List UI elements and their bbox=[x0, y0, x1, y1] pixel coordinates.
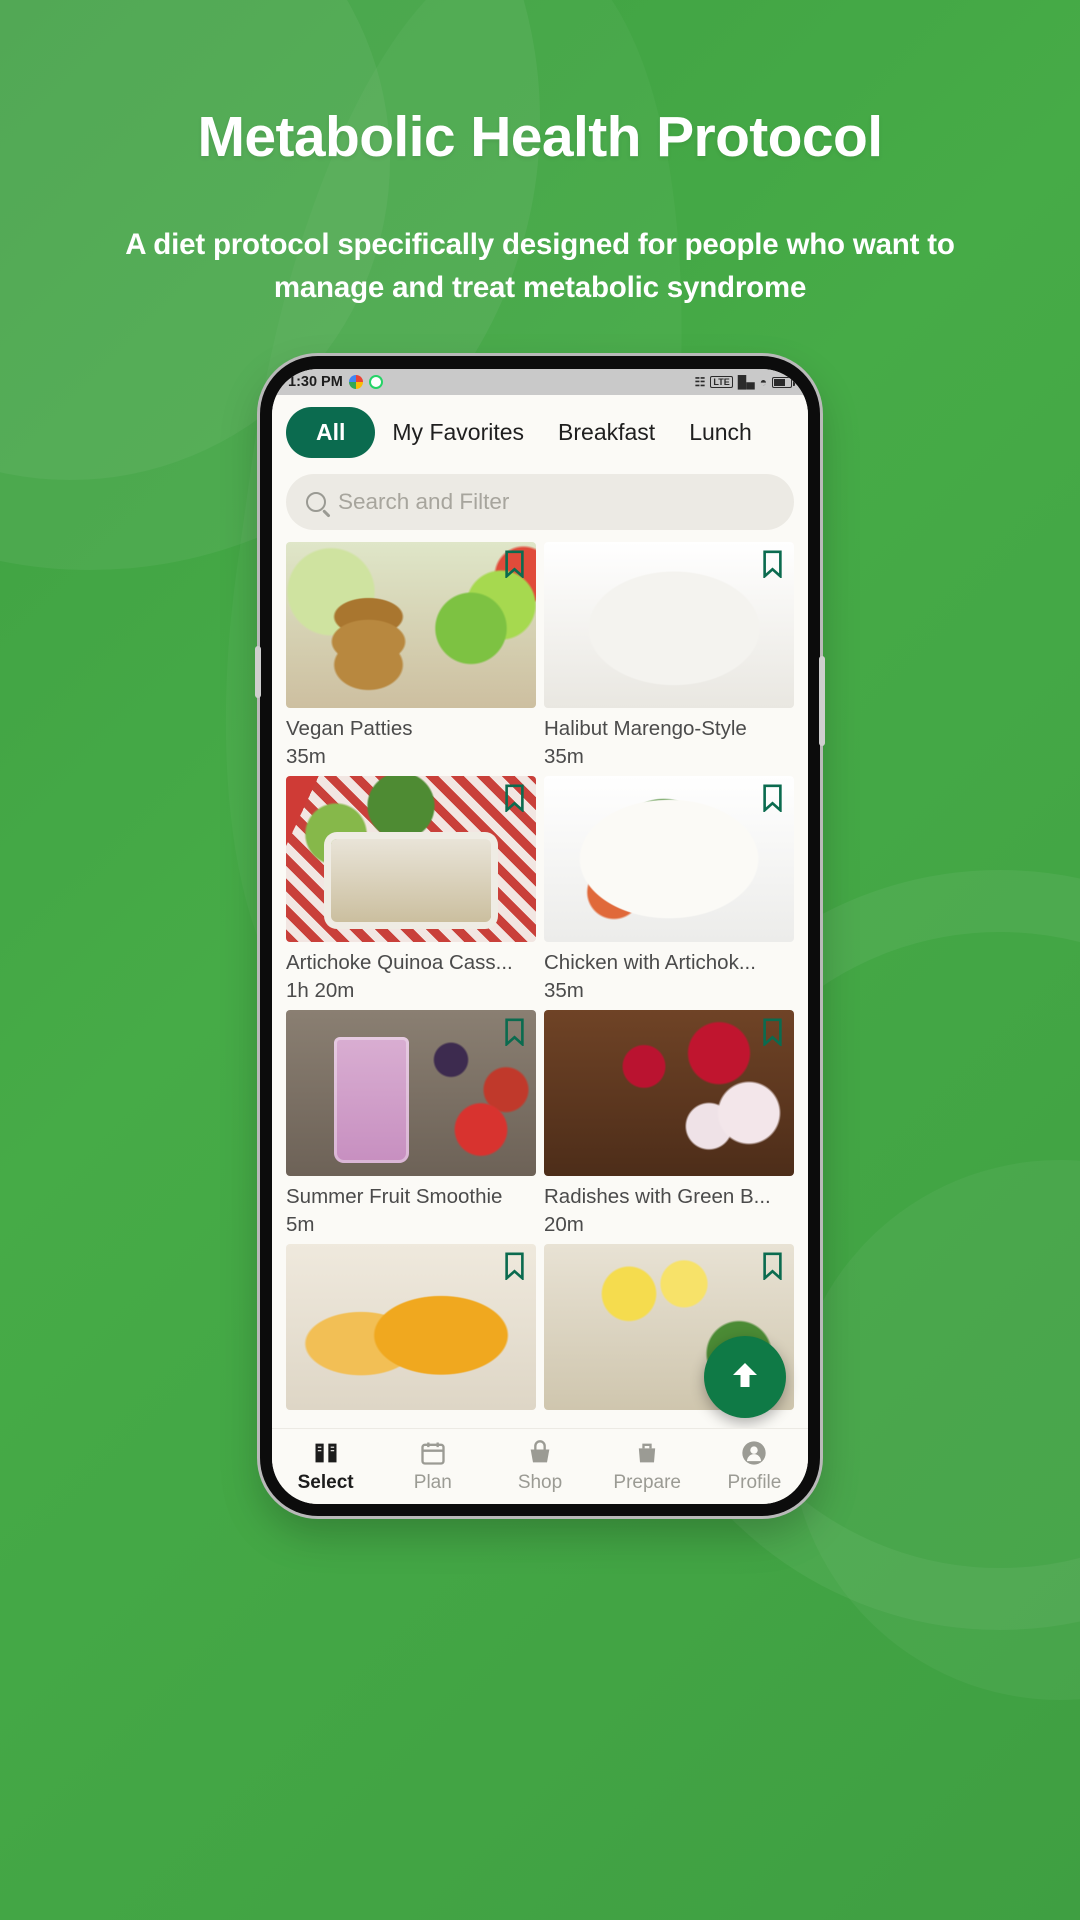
recipe-grid: Vegan Patties 35m Halibut Marengo-Style … bbox=[272, 542, 808, 1410]
bag-icon bbox=[633, 1439, 661, 1467]
bookmark-icon[interactable] bbox=[762, 1252, 783, 1280]
recipe-card[interactable] bbox=[286, 1244, 536, 1410]
recipe-time: 35m bbox=[544, 979, 584, 1002]
recipe-card[interactable]: Artichoke Quinoa Cass... 1h 20m bbox=[286, 776, 536, 1003]
recipe-time: 1h 20m bbox=[286, 979, 355, 1002]
status-time: 1:30 PM bbox=[288, 374, 343, 390]
bookmark-icon[interactable] bbox=[762, 1018, 783, 1046]
phone-side-button-volume bbox=[255, 646, 261, 698]
recipe-card[interactable]: Chicken with Artichok... 35m bbox=[544, 776, 794, 1003]
cast-icon: ☷ bbox=[694, 375, 706, 389]
recipe-card[interactable]: Radishes with Green B... 20m bbox=[544, 1010, 794, 1237]
person-icon bbox=[740, 1439, 768, 1467]
tab-lunch[interactable]: Lunch bbox=[672, 419, 769, 446]
nav-item-profile[interactable]: Profile bbox=[701, 1439, 808, 1494]
signal-icon: █▄ bbox=[737, 375, 755, 389]
recipe-image[interactable] bbox=[544, 776, 794, 942]
phone-side-button-power bbox=[819, 656, 825, 746]
nav-item-plan[interactable]: Plan bbox=[379, 1439, 486, 1494]
basket-icon bbox=[526, 1439, 554, 1467]
search-input[interactable]: Search and Filter bbox=[338, 489, 509, 515]
recipe-name: Vegan Patties bbox=[286, 717, 413, 740]
bookmark-icon[interactable] bbox=[504, 1018, 525, 1046]
status-bar: 1:30 PM ☷ LTE █▄ ◓ bbox=[272, 369, 808, 395]
tab-my-favorites[interactable]: My Favorites bbox=[375, 419, 541, 446]
phone-mockup: 1:30 PM ☷ LTE █▄ ◓ All My Favorites Brea… bbox=[255, 356, 825, 1516]
recipe-card[interactable]: Halibut Marengo-Style 35m bbox=[544, 542, 794, 769]
page-title: Metabolic Health Protocol bbox=[197, 105, 884, 169]
nav-label: Shop bbox=[517, 1472, 563, 1493]
recipe-name: Chicken with Artichok... bbox=[544, 951, 756, 974]
recipe-name: Halibut Marengo-Style bbox=[544, 717, 747, 740]
search-icon bbox=[306, 492, 326, 512]
recipe-image[interactable] bbox=[544, 1010, 794, 1176]
whatsapp-icon bbox=[368, 375, 383, 389]
arrow-up-icon bbox=[727, 1357, 763, 1398]
recipe-time: 20m bbox=[544, 1213, 584, 1236]
recipe-name: Artichoke Quinoa Cass... bbox=[286, 951, 513, 974]
book-icon bbox=[312, 1439, 340, 1467]
recipe-card[interactable]: Summer Fruit Smoothie 5m bbox=[286, 1010, 536, 1237]
google-photos-icon bbox=[348, 375, 363, 389]
tab-all[interactable]: All bbox=[286, 407, 376, 458]
nav-item-select[interactable]: Select bbox=[272, 1439, 379, 1494]
recipe-time: 35m bbox=[286, 745, 326, 768]
calendar-icon bbox=[419, 1439, 447, 1467]
phone-screen: 1:30 PM ☷ LTE █▄ ◓ All My Favorites Brea… bbox=[272, 369, 808, 1504]
recipe-image[interactable] bbox=[286, 542, 536, 708]
recipe-name: Summer Fruit Smoothie bbox=[286, 1185, 503, 1208]
lte-icon: LTE bbox=[710, 376, 733, 388]
recipe-image[interactable] bbox=[286, 1010, 536, 1176]
recipe-time: 35m bbox=[544, 745, 584, 768]
recipe-name: Radishes with Green B... bbox=[544, 1185, 771, 1208]
recipe-image[interactable] bbox=[544, 542, 794, 708]
bookmark-icon[interactable] bbox=[762, 550, 783, 578]
category-tabs: All My Favorites Breakfast Lunch bbox=[272, 395, 808, 468]
scroll-to-top-button[interactable] bbox=[704, 1336, 786, 1418]
wifi-icon: ◓ bbox=[759, 375, 767, 389]
recipe-time: 5m bbox=[286, 1213, 315, 1236]
bottom-navigation: Select Plan Shop Prepare Profile bbox=[272, 1428, 808, 1504]
tab-breakfast[interactable]: Breakfast bbox=[541, 419, 672, 446]
nav-label: Select bbox=[297, 1472, 354, 1493]
recipe-image[interactable] bbox=[286, 1244, 536, 1410]
nav-label: Prepare bbox=[613, 1472, 682, 1493]
recipe-image[interactable] bbox=[286, 776, 536, 942]
nav-item-prepare[interactable]: Prepare bbox=[594, 1439, 701, 1494]
bookmark-icon[interactable] bbox=[762, 784, 783, 812]
bookmark-icon[interactable] bbox=[504, 784, 525, 812]
page-subtitle: A diet protocol specifically designed fo… bbox=[125, 227, 955, 304]
nav-label: Plan bbox=[413, 1472, 452, 1493]
recipe-card[interactable]: Vegan Patties 35m bbox=[286, 542, 536, 769]
page-header: Metabolic Health Protocol A diet protoco… bbox=[0, 0, 1080, 309]
battery-icon bbox=[772, 376, 795, 388]
bookmark-icon[interactable] bbox=[504, 1252, 525, 1280]
search-bar[interactable]: Search and Filter bbox=[286, 474, 794, 530]
bookmark-icon[interactable] bbox=[504, 550, 525, 578]
nav-label: Profile bbox=[727, 1472, 782, 1493]
nav-item-shop[interactable]: Shop bbox=[486, 1439, 593, 1494]
